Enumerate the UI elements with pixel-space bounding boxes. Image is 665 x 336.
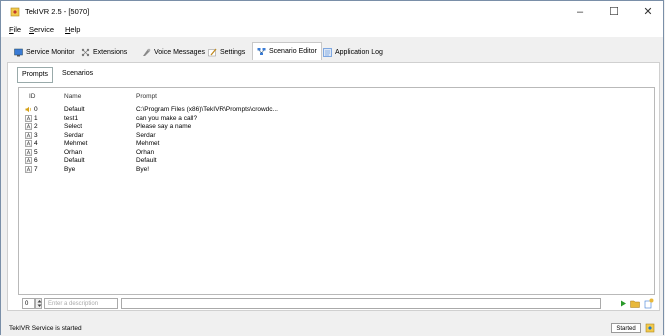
service-status-icon bbox=[645, 323, 655, 333]
cell-id: 7 bbox=[34, 165, 38, 173]
tab-application-log[interactable]: Application Log bbox=[323, 45, 383, 59]
text-prompt-icon bbox=[25, 114, 32, 122]
maximize-button[interactable]: ☐ bbox=[597, 1, 631, 23]
scenario-editor-icon bbox=[257, 48, 266, 55]
cell-id: 3 bbox=[34, 131, 38, 139]
tab-extensions[interactable]: Extensions bbox=[81, 45, 127, 59]
prompts-list[interactable]: ID Name Prompt 0 Default C:\Program Files … bbox=[18, 87, 655, 295]
speaker-icon bbox=[25, 106, 31, 113]
menu-file[interactable]: File bbox=[9, 25, 21, 34]
scenario-editor-panel: Prompts Scenarios ID Name Prompt 0 Defaul… bbox=[7, 62, 660, 311]
menu-bar: File Service Help bbox=[1, 23, 663, 37]
prompt-text-input[interactable] bbox=[121, 298, 601, 309]
voice-messages-icon bbox=[143, 48, 151, 56]
open-folder-icon[interactable] bbox=[630, 298, 640, 309]
subtab-scenarios[interactable]: Scenarios bbox=[58, 67, 97, 81]
status-badge: Started bbox=[611, 323, 641, 333]
tab-scenario-editor[interactable]: Scenario Editor bbox=[252, 42, 322, 60]
column-header-name[interactable]: Name bbox=[64, 93, 81, 100]
tab-voice-messages[interactable]: Voice Messages bbox=[142, 45, 205, 59]
cell-name: Default bbox=[64, 106, 85, 113]
prompt-editor-bar: 0 Enter a description bbox=[7, 298, 660, 312]
close-button[interactable]: ✕ bbox=[631, 1, 665, 23]
play-icon[interactable] bbox=[618, 298, 628, 309]
text-prompt-icon bbox=[25, 131, 32, 139]
cell-id: 2 bbox=[34, 123, 38, 130]
text-prompt-icon bbox=[25, 148, 32, 156]
text-prompt-icon bbox=[25, 123, 32, 130]
tab-service-monitor[interactable]: Service Monitor bbox=[14, 45, 75, 59]
cell-name: Mehmet bbox=[64, 140, 88, 147]
cell-prompt: Please say a name bbox=[136, 123, 192, 130]
new-prompt-icon[interactable] bbox=[644, 298, 654, 309]
app-icon bbox=[10, 7, 20, 17]
tab-settings[interactable]: Settings bbox=[208, 45, 245, 59]
id-spinner[interactable] bbox=[35, 298, 42, 309]
cell-prompt: Mehmet bbox=[136, 140, 160, 147]
list-item[interactable]: 7 Bye Bye! bbox=[19, 166, 654, 174]
cell-prompt: Orhan bbox=[136, 148, 155, 156]
app-window: TekIVR 2.5 - [5070] – ☐ ✕ File Service H… bbox=[0, 0, 664, 336]
cell-name: test1 bbox=[64, 114, 79, 122]
list-item[interactable]: 6 Default Default bbox=[19, 157, 654, 165]
extensions-icon bbox=[81, 48, 90, 56]
cell-prompt: Default bbox=[136, 157, 157, 164]
text-prompt-icon bbox=[25, 165, 32, 173]
prompt-id-field[interactable]: 0 bbox=[22, 298, 35, 309]
window-title: TekIVR 2.5 - [5070] bbox=[25, 7, 90, 16]
cell-prompt: can you make a call? bbox=[136, 114, 198, 122]
cell-name: Select bbox=[64, 123, 83, 130]
status-bar: TekIVR Service is started Started bbox=[1, 321, 663, 336]
list-item[interactable]: 0 Default C:\Program Files (x86)\TekIVR\Pr… bbox=[19, 106, 654, 114]
cell-name: Bye bbox=[64, 165, 76, 173]
menu-service[interactable]: Service bbox=[29, 25, 54, 34]
monitor-icon bbox=[14, 48, 23, 56]
description-input[interactable]: Enter a description bbox=[44, 298, 118, 309]
settings-icon bbox=[208, 48, 217, 56]
list-item[interactable]: 1 test1 can you make a call? bbox=[19, 115, 654, 123]
column-header-id[interactable]: ID bbox=[29, 93, 36, 100]
text-prompt-icon bbox=[25, 140, 32, 147]
cell-id: 0 bbox=[34, 106, 38, 113]
cell-prompt: C:\Program Files (x86)\TekIVR\Prompts\cr… bbox=[136, 106, 278, 113]
subtab-prompts[interactable]: Prompts bbox=[17, 67, 54, 83]
minimize-button[interactable]: – bbox=[563, 1, 597, 23]
application-log-icon bbox=[323, 47, 332, 57]
list-item[interactable]: 3 Serdar Serdar bbox=[19, 132, 654, 140]
cell-id: 6 bbox=[34, 157, 38, 164]
cell-name: Orhan bbox=[64, 148, 83, 156]
cell-id: 5 bbox=[34, 148, 38, 156]
cell-prompt: Bye! bbox=[136, 165, 150, 173]
cell-prompt: Serdar bbox=[136, 131, 156, 139]
menu-help[interactable]: Help bbox=[65, 25, 80, 34]
status-text: TekIVR Service is started bbox=[9, 325, 82, 332]
cell-id: 1 bbox=[34, 114, 38, 122]
list-item[interactable]: 4 Mehmet Mehmet bbox=[19, 140, 654, 148]
title-bar: TekIVR 2.5 - [5070] – ☐ ✕ bbox=[1, 1, 663, 23]
cell-name: Serdar bbox=[64, 131, 84, 139]
cell-name: Default bbox=[64, 157, 85, 164]
list-item[interactable]: 2 Select Please say a name bbox=[19, 123, 654, 131]
text-prompt-icon bbox=[25, 157, 32, 164]
list-item[interactable]: 5 Orhan Orhan bbox=[19, 149, 654, 157]
column-header-prompt[interactable]: Prompt bbox=[136, 93, 157, 100]
cell-id: 4 bbox=[34, 140, 38, 147]
main-tabs: Service Monitor Extensions Voice Message… bbox=[1, 38, 663, 62]
